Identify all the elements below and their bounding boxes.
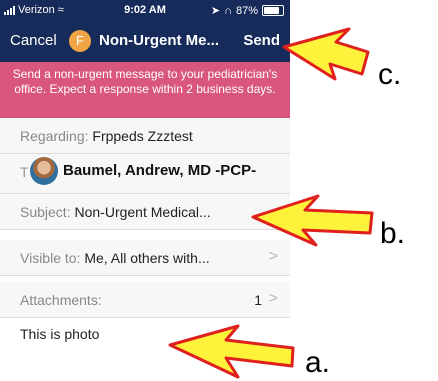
- arrow-c-icon: [282, 27, 370, 81]
- arrow-a-icon: [168, 324, 295, 379]
- annotation-arrows: [168, 27, 374, 379]
- annotation-b-label: b.: [380, 217, 406, 250]
- annotation-c-label: c.: [378, 58, 402, 91]
- arrow-b-icon: [251, 194, 374, 247]
- annotation-a-label: a.: [305, 346, 331, 379]
